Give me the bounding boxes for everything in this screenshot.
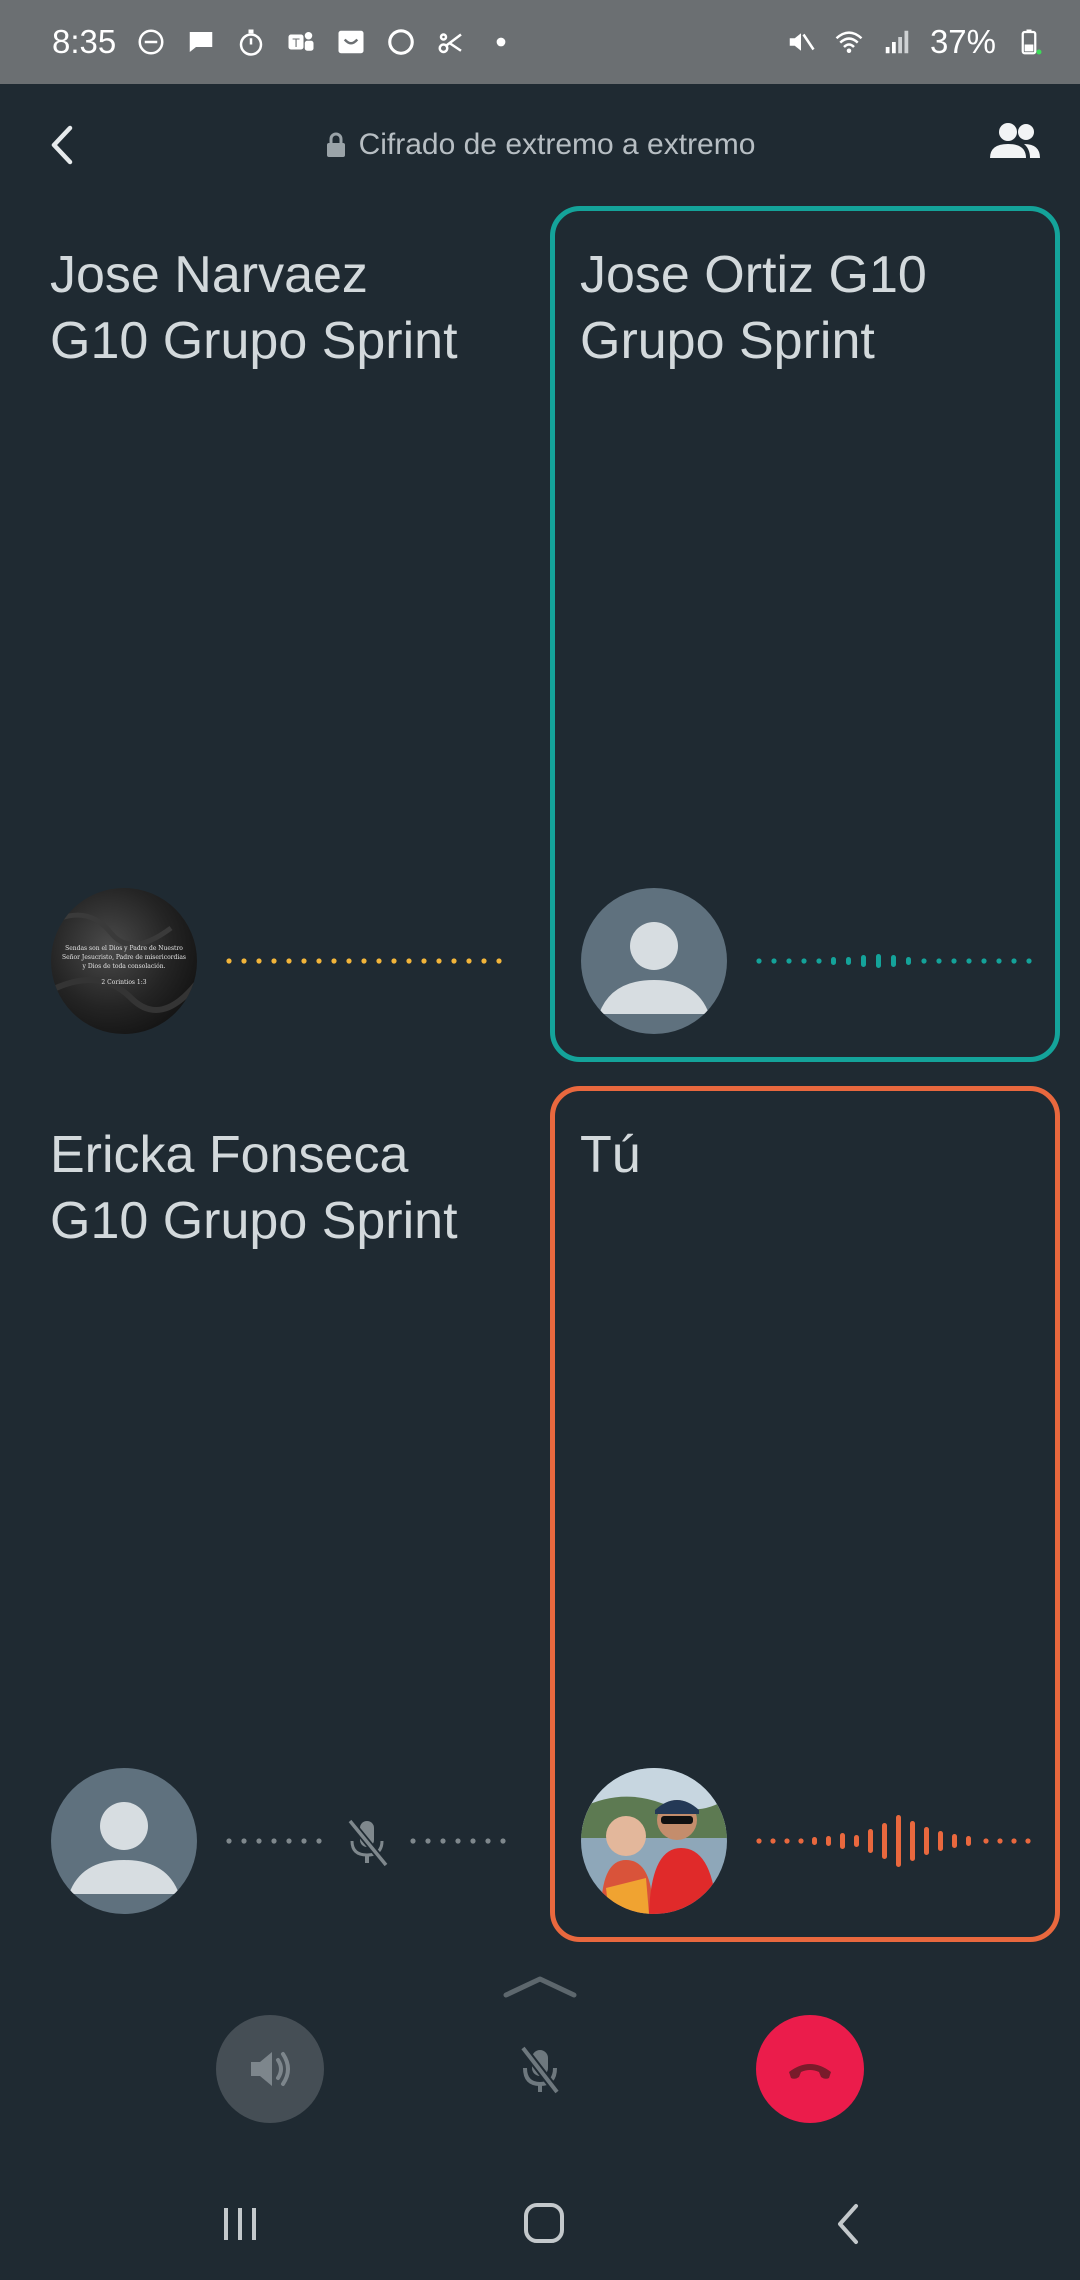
participant-tile[interactable]: Jose Narvaez G10 Grupo Sprint Sendas son… [20,206,530,1062]
end-call-button[interactable] [756,2015,864,2123]
battery-icon [1014,27,1044,57]
mute-button[interactable] [486,2015,594,2123]
scissors-icon [436,27,466,57]
participant-name: Ericka Fonseca G10 Grupo Sprint [50,1126,458,1250]
avatar: Sendas son el Dios y Padre de Nuestro Se… [51,888,197,1034]
encryption-notice: Cifrado de extremo a extremo [0,128,1080,162]
timer-icon [236,27,266,57]
signal-icon [882,27,912,57]
speaker-icon [251,2052,290,2086]
participant-name: Jose Narvaez G10 Grupo Sprint [50,246,458,370]
circle-icon [386,27,416,57]
self-avatar [581,1768,727,1914]
svg-text:Señor Jesucristo, Padre de mis: Señor Jesucristo, Padre de misericordias [62,954,186,961]
svg-text:Sendas son el Dios y Padre de: Sendas son el Dios y Padre de Nuestro [65,945,183,952]
wifi-icon [834,27,864,57]
message-icon [186,27,216,57]
audio-level-indicator [226,931,506,991]
chevron-up-icon [503,1976,577,1998]
participants-button[interactable] [986,120,1044,166]
dnd-icon [136,27,166,57]
participant-tile-active[interactable]: Jose Ortiz G10 Grupo Sprint [550,206,1060,1062]
mic-off-icon [347,1818,389,1868]
muted-indicator [226,1811,506,1871]
lock-icon [325,132,347,158]
default-avatar-icon [581,888,727,1034]
dot-icon [486,27,516,57]
inbox-icon [336,27,366,57]
default-avatar-icon [51,1768,197,1914]
home-button[interactable] [514,2196,574,2252]
mic-off-icon [519,2045,561,2095]
end-call-icon [789,2064,831,2079]
system-back-button[interactable] [818,2196,878,2252]
svg-text:T: T [292,37,300,50]
svg-text:y Dios de toda consolación.: y Dios de toda consolación. [82,963,166,970]
audio-level-indicator [756,931,1036,991]
back-arrow-icon [838,2204,858,2244]
status-time: 8:35 [52,23,117,60]
mute-icon [786,27,816,57]
home-icon [524,2203,564,2243]
call-controls [0,1975,1080,2123]
audio-level-indicator [756,1811,1036,1871]
battery-percent: 37% [929,23,996,60]
system-navigation-bar [0,2168,1080,2280]
participant-tile[interactable]: Ericka Fonseca G10 Grupo Sprint [20,1086,530,1942]
people-icon [990,123,1040,158]
recent-apps-icon [224,2208,256,2240]
call-header: Cifrado de extremo a extremo [0,84,1080,206]
self-tile[interactable]: Tú [550,1086,1060,1942]
expand-controls-button[interactable] [500,1971,580,2001]
status-bar: 8:35 T 37% [0,0,1080,84]
speaker-button[interactable] [216,2015,324,2123]
recent-apps-button[interactable] [210,2196,270,2252]
encryption-text: Cifrado de extremo a extremo [358,128,756,161]
svg-text:2 Corintios 1:3: 2 Corintios 1:3 [101,979,146,986]
teams-icon: T [286,27,316,57]
participant-name: Tú [580,1126,641,1184]
participant-name: Jose Ortiz G10 Grupo Sprint [580,246,927,370]
